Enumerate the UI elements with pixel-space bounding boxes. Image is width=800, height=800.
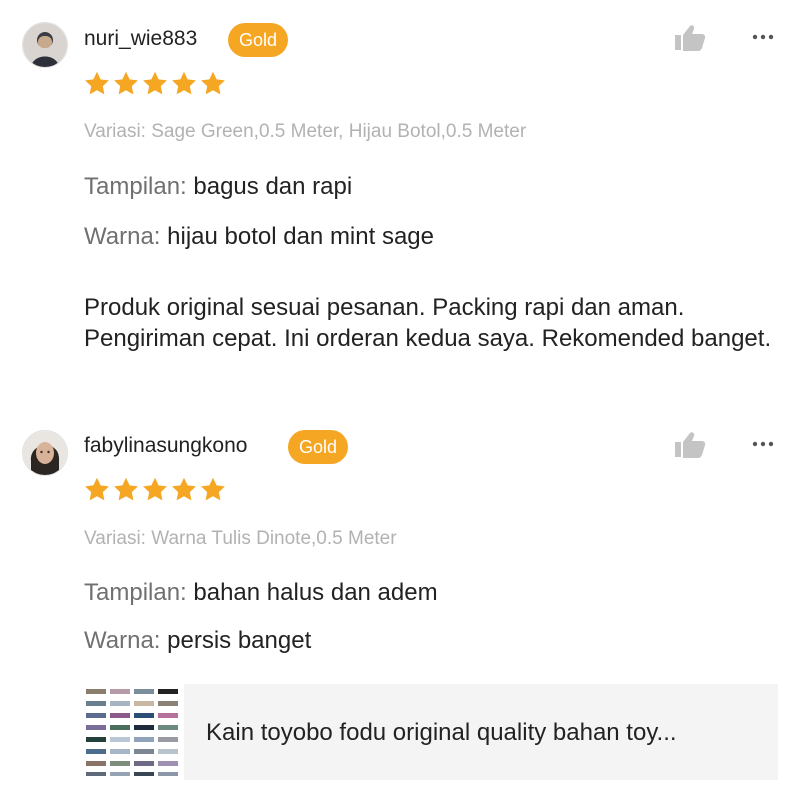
reviewer-username[interactable]: fabylinasungkono bbox=[84, 433, 247, 459]
star-icon bbox=[201, 477, 225, 501]
attribute-value: bahan halus dan adem bbox=[193, 579, 438, 606]
avatar-image bbox=[23, 431, 67, 475]
star-rating bbox=[83, 476, 227, 504]
star-icon bbox=[85, 477, 109, 501]
reviewer-username[interactable]: nuri_wie883 bbox=[84, 26, 197, 52]
attribute-color: Warna: hijau botol dan mint sage bbox=[84, 222, 434, 252]
attribute-key: Tampilan: bbox=[84, 579, 187, 606]
star-icon bbox=[143, 71, 167, 95]
star-icon bbox=[85, 71, 109, 95]
attribute-appearance: Tampilan: bagus dan rapi bbox=[84, 172, 352, 202]
avatar[interactable] bbox=[22, 430, 68, 476]
more-options-icon[interactable] bbox=[748, 429, 778, 459]
product-title[interactable]: Kain toyobo fodu original quality bahan … bbox=[206, 718, 677, 748]
attribute-color: Warna: persis banget bbox=[84, 626, 311, 656]
gold-badge: Gold bbox=[228, 23, 289, 57]
thumbs-up-icon[interactable] bbox=[673, 430, 707, 460]
star-icon bbox=[172, 477, 196, 501]
review-text: Produk original sesuai pesanan. Packing … bbox=[84, 294, 772, 352]
avatar-image bbox=[23, 23, 67, 67]
attribute-key: Warna: bbox=[84, 627, 161, 654]
thumbs-up-icon[interactable] bbox=[673, 23, 707, 53]
attribute-key: Tampilan: bbox=[84, 173, 187, 200]
avatar[interactable] bbox=[22, 22, 68, 68]
variant-text: Variasi: Sage Green,0.5 Meter, Hijau Bot… bbox=[84, 121, 527, 142]
star-icon bbox=[114, 477, 138, 501]
star-icon bbox=[143, 477, 167, 501]
attribute-appearance: Tampilan: bahan halus dan adem bbox=[84, 578, 438, 608]
attribute-value: hijau botol dan mint sage bbox=[167, 223, 434, 250]
product-card[interactable]: Kain toyobo fodu original quality bahan … bbox=[84, 684, 778, 780]
star-icon bbox=[201, 71, 225, 95]
star-icon bbox=[172, 71, 196, 95]
more-options-icon[interactable] bbox=[748, 22, 778, 52]
product-thumbnail bbox=[84, 684, 184, 780]
attribute-value: persis banget bbox=[167, 627, 312, 654]
attribute-key: Warna: bbox=[84, 223, 161, 250]
variant-text: Variasi: Warna Tulis Dinote,0.5 Meter bbox=[84, 528, 397, 549]
star-rating bbox=[83, 70, 227, 98]
gold-badge: Gold bbox=[288, 430, 349, 464]
star-icon bbox=[114, 71, 138, 95]
attribute-value: bagus dan rapi bbox=[193, 173, 353, 200]
